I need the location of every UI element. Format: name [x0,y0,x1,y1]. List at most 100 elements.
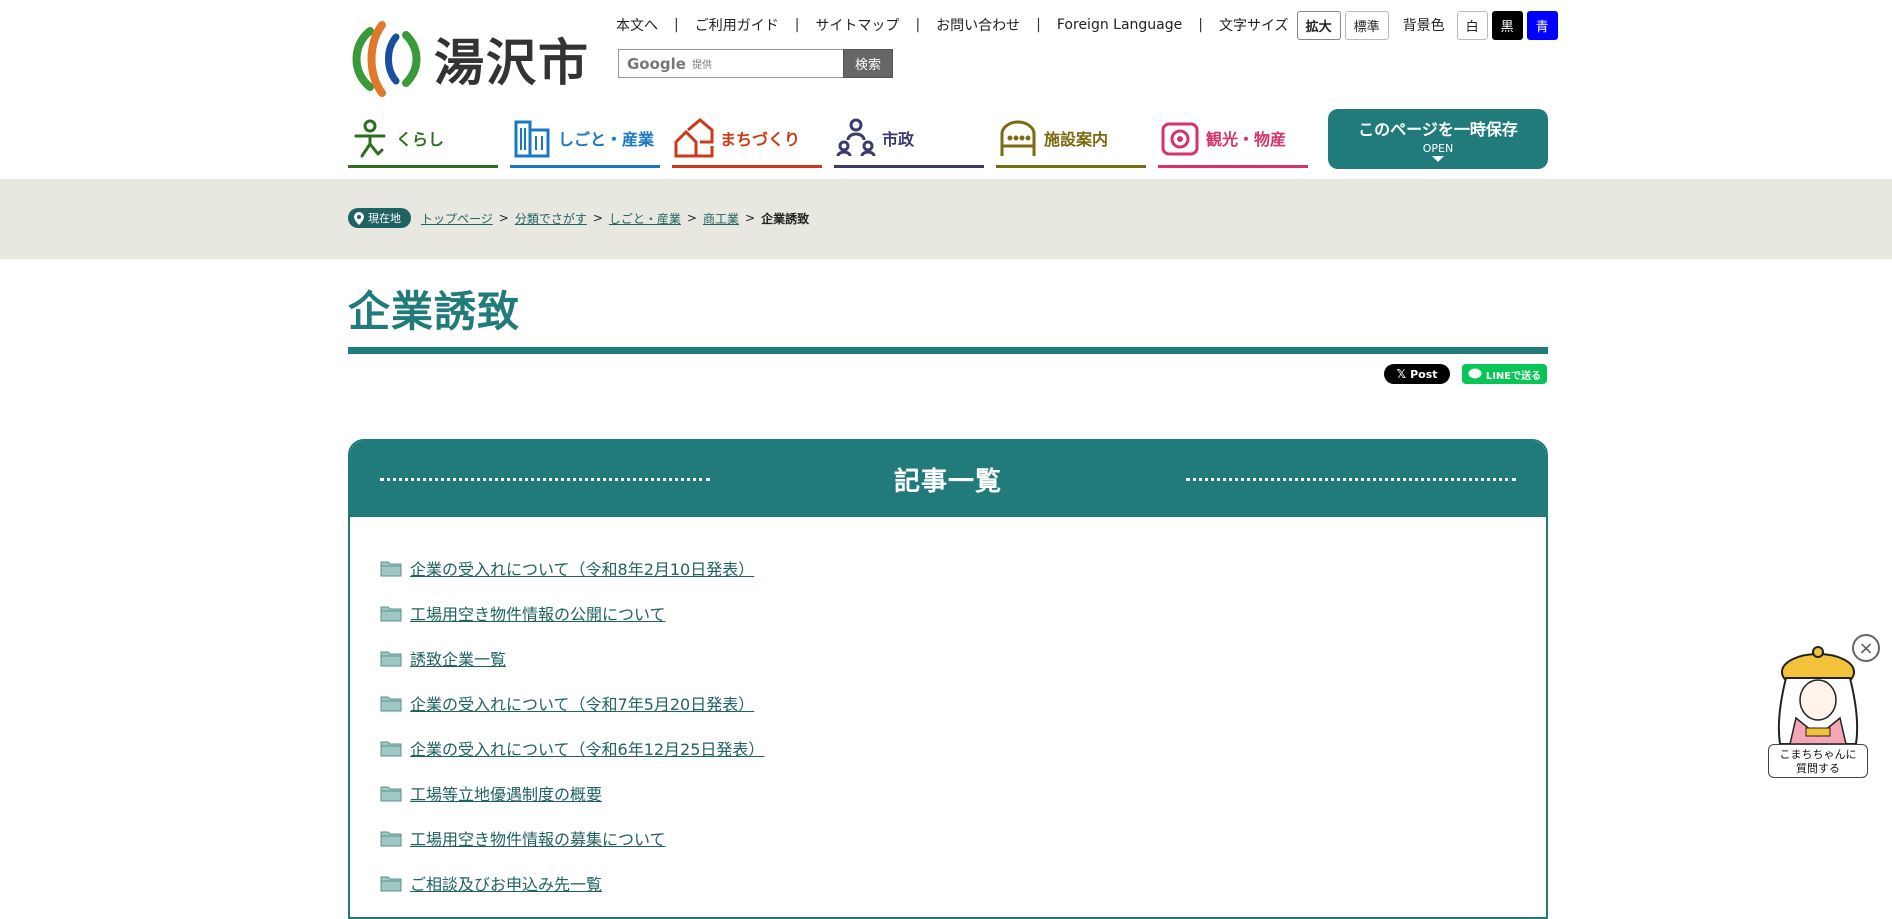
folder-icon [380,876,402,891]
breadcrumb-link-top[interactable]: トップページ [421,210,493,227]
utility-bar: 本文へ | ご利用ガイド | サイトマップ | お問い合わせ | Foreign… [616,10,1562,40]
list-item: 誘致企業一覧 [380,635,1546,680]
util-link-guide[interactable]: ご利用ガイド [695,15,779,35]
list-item: 企業の受入れについて（令和8年2月10日発表） [380,545,1546,590]
nav-label: 観光・物産 [1206,129,1287,149]
line-share-label: LINEで送る [1485,370,1542,382]
x-logo-icon: 𝕏 [1396,367,1407,381]
list-item: 企業の受入れについて（令和6年12月25日発表） [380,725,1546,770]
folder-icon [380,606,402,621]
folder-icon [380,561,402,576]
mascot-label-line2: 質問する [1796,762,1840,775]
nav-item-shisetsu[interactable]: 施設案内 [996,110,1146,168]
nav-item-machizukuri[interactable]: まちづくり [672,110,822,168]
list-item: 企業の受入れについて（令和7年5月20日発表） [380,680,1546,725]
article-link[interactable]: ご相談及びお申込み先一覧 [410,871,602,895]
font-size-large-button[interactable]: 拡大 [1296,10,1341,40]
list-item: 工場等立地優遇制度の概要 [380,770,1546,815]
google-logo: Google [627,54,686,73]
building-icon [514,120,550,157]
util-link-skip[interactable]: 本文へ [616,15,658,35]
x-post-button[interactable]: 𝕏 Post [1384,364,1450,384]
breadcrumb-band [0,179,1892,259]
current-location-badge: 現在地 [348,208,411,228]
list-item: 工場用空き物件情報の公開について [380,590,1546,635]
folder-icon [380,741,402,756]
article-link[interactable]: 企業の受入れについて（令和8年2月10日発表） [410,556,754,580]
dotted-rule [380,478,710,481]
folder-icon [380,651,402,666]
x-post-label: Post [1410,367,1438,381]
breadcrumb-separator: > [592,211,603,225]
article-link[interactable]: 企業の受入れについて（令和7年5月20日発表） [410,691,754,715]
bg-blue-button[interactable]: 青 [1526,10,1558,40]
line-share-button[interactable]: LINEで送る [1462,364,1547,384]
site-name: 湯沢市 [434,33,590,92]
page-title: 企業誘致 [348,287,521,336]
bg-color-label: 背景色 [1402,18,1445,34]
nav-item-kanko[interactable]: 観光・物産 [1158,110,1308,168]
map-pin-icon [354,211,364,225]
article-link[interactable]: 企業の受入れについて（令和6年12月25日発表） [410,736,764,760]
separator: | [915,17,921,33]
mascot-chat-label[interactable]: こまちちゃんに 質問する [1768,744,1868,778]
nav-item-kurashi[interactable]: くらし [348,110,498,168]
breadcrumb-separator: > [745,211,756,225]
list-item: ご相談及びお申込み先一覧 [380,860,1546,905]
site-search: Google 提供 検索 [618,49,893,78]
nav-item-shigoto[interactable]: しごと・産業 [510,110,660,168]
nav-label: 施設案内 [1044,129,1109,149]
google-provided-label: 提供 [691,60,712,71]
dotted-rule [1186,478,1516,481]
breadcrumb-separator: > [686,211,697,225]
folder-icon [380,831,402,846]
list-item: 工場用空き物件情報の募集について [380,815,1546,860]
breadcrumb-link-shokogyo[interactable]: 商工業 [703,210,739,227]
nav-label: しごと・産業 [558,129,655,149]
breadcrumb-current: 企業誘致 [761,211,810,226]
breadcrumb-link-shigoto[interactable]: しごと・産業 [609,210,681,227]
city-emblem-icon [352,21,421,97]
global-nav: くらし しごと・産業 まちづくり 市政 施設案内 観光・物産 [348,110,1308,168]
util-link-contact[interactable]: お問い合わせ [936,15,1020,35]
line-logo-icon [1468,368,1482,379]
article-link[interactable]: 誘致企業一覧 [410,646,506,670]
font-size-normal-button[interactable]: 標準 [1344,10,1389,40]
folder-icon [380,786,402,801]
nav-label: 市政 [882,129,915,149]
camera-icon [1161,122,1199,155]
search-input[interactable]: Google 提供 [618,49,843,78]
person-icon [354,119,386,157]
separator: | [1198,17,1203,33]
article-list: 企業の受入れについて（令和8年2月10日発表） 工場用空き物件情報の公開について誘… [350,517,1546,905]
article-list-title: 記事一覧 [893,466,1002,497]
util-link-foreign-language[interactable]: Foreign Language [1057,17,1182,33]
title-divider [348,347,1548,354]
breadcrumb-separator: > [498,211,509,225]
site-logo[interactable]: 湯沢市 [348,20,590,98]
search-button[interactable]: 検索 [843,49,893,78]
current-location-label: 現在地 [368,212,401,225]
separator: | [674,17,679,33]
breadcrumb-link-category[interactable]: 分類でさがす [515,210,587,227]
article-link[interactable]: 工場用空き物件情報の募集について [410,826,666,850]
people-icon [836,118,876,156]
separator: | [1036,17,1041,33]
util-link-sitemap[interactable]: サイトマップ [815,15,899,35]
bg-white-button[interactable]: 白 [1456,10,1488,40]
save-page-button[interactable]: このページを一時保存 OPEN [1328,109,1548,169]
article-link[interactable]: 工場等立地優遇制度の概要 [410,781,602,805]
separator: | [794,17,800,33]
bg-black-button[interactable]: 黒 [1491,10,1523,40]
houses-icon [674,117,714,157]
article-list-header: 記事一覧 [350,441,1546,517]
font-size-label: 文字サイズ [1218,18,1289,34]
save-page-sub: OPEN [1422,142,1454,155]
nav-label: まちづくり [720,129,801,149]
article-link[interactable]: 工場用空き物件情報の公開について [410,601,666,625]
breadcrumb: 現在地 トップページ > 分類でさがす > しごと・産業 > 商工業 > 企業誘… [348,208,809,228]
facility-icon [1000,120,1036,156]
close-icon[interactable]: × [1852,634,1880,662]
nav-item-shisei[interactable]: 市政 [834,110,984,168]
save-page-title: このページを一時保存 [1358,120,1518,139]
